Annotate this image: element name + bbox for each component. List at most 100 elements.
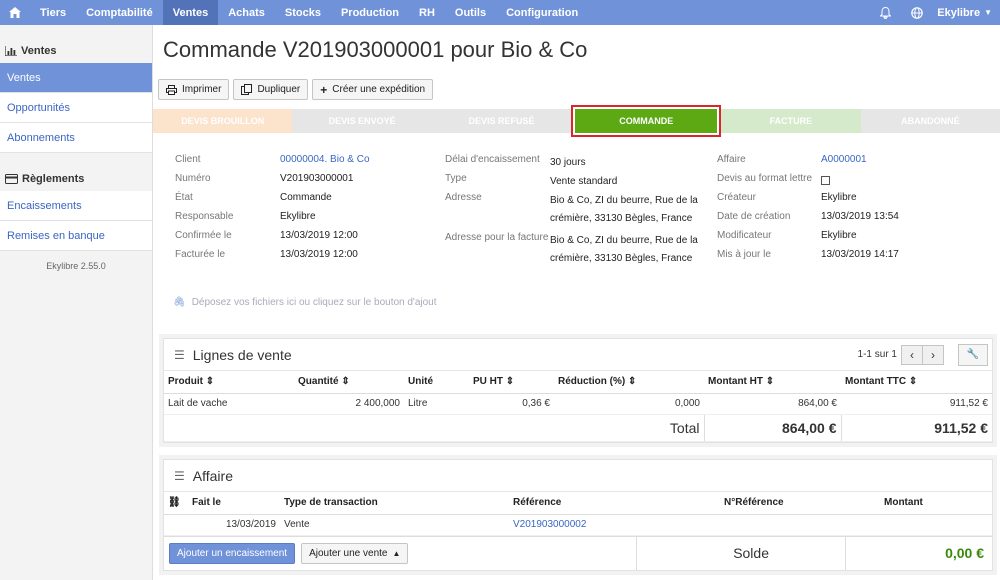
info-column-2: Délai d'encaissement 30 jours Type Vente s… (445, 154, 700, 268)
add-payment-button[interactable]: Ajouter un encaissement (169, 542, 296, 564)
date-creation-label: Date de création (717, 211, 791, 222)
createur-value: Ekylibre (821, 192, 857, 203)
home-button[interactable] (0, 0, 30, 25)
col-quantite[interactable]: Quantité ⇕ (294, 371, 404, 394)
bell-icon (879, 6, 891, 19)
col-montant-ht[interactable]: Montant HT ⇕ (704, 371, 841, 394)
mis-a-jour-value: 13/03/2019 14:17 (821, 249, 899, 260)
nav-ventes[interactable]: Ventes (162, 0, 219, 25)
print-label: Imprimer (182, 84, 222, 95)
responsable-label: Responsable (175, 211, 234, 222)
step-devis-brouillon[interactable]: Devis brouillon (153, 109, 293, 133)
bar-chart-icon (5, 46, 17, 56)
nav-tiers[interactable]: Tiers (30, 0, 76, 25)
col-montant: Montant (880, 492, 992, 515)
step-commande[interactable]: Commande (571, 105, 722, 137)
add-sale-button[interactable]: Ajouter une vente ▲ (301, 542, 409, 564)
col-reference: Référence (509, 492, 720, 515)
printer-icon (166, 84, 177, 95)
numero-value: V201903000001 (280, 173, 354, 184)
col-pu-ht[interactable]: PU HT ⇕ (469, 371, 554, 394)
confirmee-label: Confirmée le (175, 230, 232, 241)
nav-achats[interactable]: Achats (218, 0, 275, 25)
create-shipment-button[interactable]: + Créer une expédition (312, 79, 434, 100)
modificateur-value: Ekylibre (821, 230, 857, 241)
step-facture[interactable]: Facture (721, 109, 861, 133)
col-n-reference: N°Référence (720, 492, 880, 515)
nav-configuration[interactable]: Configuration (496, 0, 588, 25)
file-dropzone[interactable]: 🖇 Déposez vos fichiers ici ou cliquez su… (173, 297, 437, 308)
col-produit[interactable]: Produit ⇕ (164, 371, 294, 394)
dropzone-text: Déposez vos fichiers ici ou cliquez sur … (191, 297, 437, 308)
nav-stocks[interactable]: Stocks (275, 0, 331, 25)
step-devis-envoye[interactable]: Devis envoyé (292, 109, 432, 133)
devis-lettre-checkbox[interactable] (821, 176, 830, 185)
pager-prev-button[interactable]: ‹ (901, 344, 923, 365)
sale-lines-table: Produit ⇕ Quantité ⇕ Unité PU HT ⇕ Réduc… (164, 371, 992, 442)
toolbar: Imprimer Dupliquer + Créer une expéditio… (158, 79, 434, 100)
wrench-icon: 🔧 (966, 349, 980, 360)
affaire-link[interactable]: A0000001 (821, 154, 867, 173)
table-row: Lait de vache 2 400,000 Litre 0,36 € 0,0… (164, 393, 992, 415)
language-button[interactable] (901, 6, 933, 19)
caret-down-icon: ▼ (984, 8, 992, 17)
plus-icon: + (320, 82, 328, 97)
etat-value: Commande (280, 192, 332, 203)
sidebar-item-opportunites[interactable]: Opportunités (0, 93, 152, 123)
globe-icon (911, 6, 924, 19)
state-stepper: Devis brouillon Devis envoyé Devis refus… (153, 105, 1000, 137)
pager-next-button[interactable]: › (922, 344, 944, 365)
user-menu[interactable]: Ekylibre ▼ (933, 7, 1000, 19)
modificateur-label: Modificateur (717, 230, 772, 241)
settings-button[interactable]: 🔧 (958, 343, 988, 366)
reference-link[interactable]: V201903000002 (509, 514, 720, 536)
responsable-value: Ekylibre (280, 211, 316, 222)
confirmee-value: 13/03/2019 12:00 (280, 230, 358, 241)
nav-comptabilite[interactable]: Comptabilité (76, 0, 163, 25)
app-version: Ekylibre 2.55.0 (46, 261, 106, 271)
col-unite[interactable]: Unité (404, 371, 469, 394)
main-content: Commande V201903000001 pour Bio & Co Imp… (153, 25, 1000, 580)
adresse-value: Bio & Co, ZI du beurre, Rue de la crémiè… (550, 195, 698, 224)
solde-value: 0,00 € (945, 545, 984, 561)
user-name: Ekylibre (937, 6, 981, 19)
col-fait-le: Fait le (188, 492, 280, 515)
step-devis-refuse[interactable]: Devis refusé (431, 109, 572, 133)
nav-production[interactable]: Production (331, 0, 409, 25)
sidebar-item-encaissements[interactable]: Encaissements (0, 191, 152, 221)
sidebar-section-label: Règlements (22, 173, 85, 185)
col-reduction[interactable]: Réduction (%) ⇕ (554, 371, 704, 394)
sidebar-item-ventes[interactable]: Ventes (0, 63, 152, 93)
chevron-right-icon: › (931, 347, 935, 362)
pager-text: 1-1 sur 1 (857, 349, 897, 360)
nav-rh[interactable]: RH (409, 0, 445, 25)
mis-a-jour-label: Mis à jour le (717, 249, 771, 260)
sidebar: Ventes Ventes Opportunités Abonnements R… (0, 25, 153, 580)
solde-label: Solde (636, 536, 846, 570)
adresse-facture-label: Adresse pour la facture (445, 232, 549, 243)
step-abandonne[interactable]: Abandonné (860, 109, 1000, 133)
duplicate-button[interactable]: Dupliquer (233, 79, 309, 100)
sidebar-item-remises-en-banque[interactable]: Remises en banque (0, 221, 152, 251)
create-shipment-label: Créer une expédition (332, 84, 426, 95)
notifications-button[interactable] (869, 6, 901, 19)
numero-label: Numéro (175, 173, 211, 184)
sale-lines-title: Lignes de vente (192, 346, 292, 363)
page-title: Commande V201903000001 pour Bio & Co (163, 37, 588, 62)
top-navbar: Tiers Comptabilité Ventes Achats Stocks … (0, 0, 1000, 25)
col-type-transaction: Type de transaction (280, 492, 509, 515)
client-label: Client (175, 154, 201, 165)
total-label: Total (164, 414, 705, 442)
sidebar-item-abonnements[interactable]: Abonnements (0, 123, 152, 153)
createur-label: Créateur (717, 192, 756, 203)
sidebar-section-label: Ventes (21, 45, 57, 57)
sidebar-section-ventes: Ventes (0, 39, 152, 63)
facturee-value: 13/03/2019 12:00 (280, 249, 358, 260)
type-value: Vente standard (550, 176, 618, 187)
col-montant-ttc[interactable]: Montant TTC ⇕ (841, 371, 992, 394)
affaire-panel: ☰ Affaire ⛓ Fait le Type de transaction … (163, 459, 993, 571)
client-link[interactable]: 00000004. Bio & Co (280, 154, 370, 173)
nav-outils[interactable]: Outils (445, 0, 496, 25)
print-button[interactable]: Imprimer (158, 79, 230, 100)
total-row: Total 864,00 € 911,52 € (164, 414, 992, 442)
